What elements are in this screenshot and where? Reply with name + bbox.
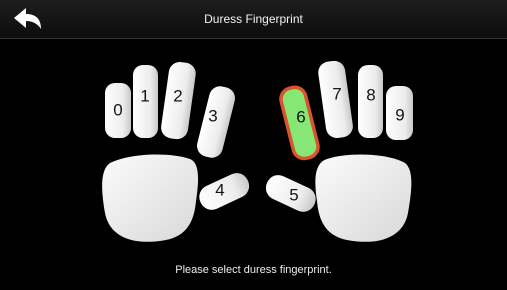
back-arrow-icon (14, 8, 41, 29)
title-bar: Duress Fingerprint (0, 0, 507, 39)
finger-3[interactable]: 3 (195, 84, 238, 160)
fingerprint-hands: 0 1 2 3 4 5 6 7 8 9 (102, 59, 413, 242)
right-palm (315, 154, 412, 242)
finger-6[interactable]: 6 (279, 85, 321, 161)
finger-8[interactable]: 8 (358, 65, 383, 138)
left-palm (102, 154, 199, 242)
status-message: Please select duress fingerprint. (175, 264, 332, 276)
finger-9[interactable]: 9 (386, 86, 413, 140)
page-title: Duress Fingerprint (204, 12, 303, 26)
finger-7[interactable]: 7 (317, 59, 354, 139)
finger-5[interactable]: 5 (262, 171, 320, 216)
finger-0[interactable]: 0 (105, 83, 131, 138)
duress-fingerprint-screen: Duress Fingerprint 0 1 2 3 4 5 6 7 8 9 P… (0, 0, 507, 290)
finger-4[interactable]: 4 (195, 169, 253, 214)
back-button[interactable] (4, 2, 50, 36)
finger-2[interactable]: 2 (160, 61, 197, 141)
finger-1[interactable]: 1 (133, 65, 158, 138)
